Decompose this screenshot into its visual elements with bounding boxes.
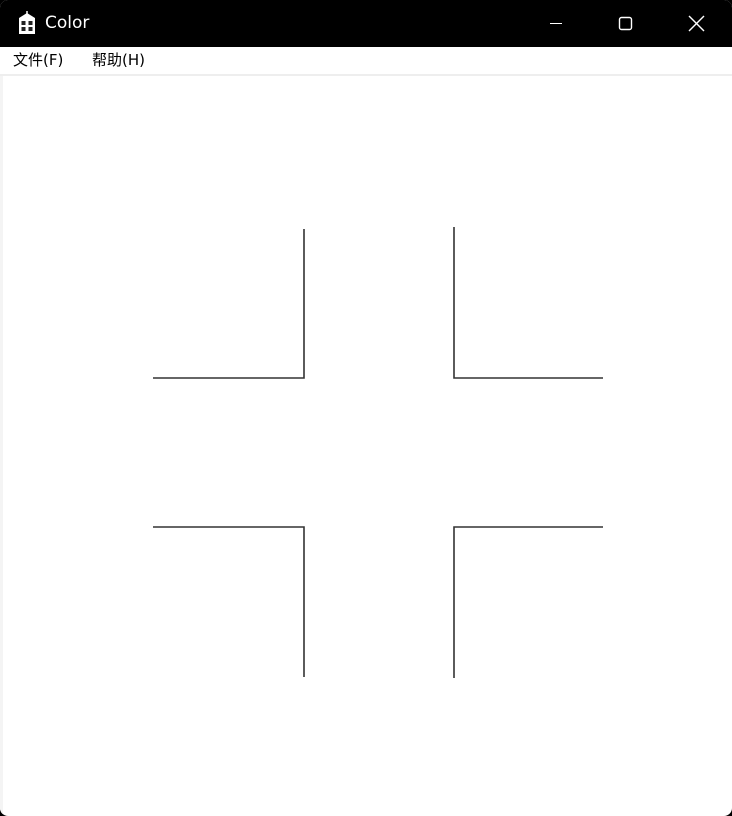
minimize-button[interactable] — [522, 0, 590, 47]
corner-mark-top-right — [453, 227, 603, 379]
app-window: Color 文件(F) 帮助(H) — [0, 0, 732, 816]
corner-mark-top-left — [153, 229, 305, 379]
title-bar[interactable]: Color — [0, 0, 732, 47]
crosshair-drawing — [153, 227, 603, 678]
drawing-canvas — [4, 76, 728, 812]
menu-bar: 文件(F) 帮助(H) — [0, 47, 732, 76]
building-app-icon — [16, 11, 38, 35]
menu-help[interactable]: 帮助(H) — [92, 51, 145, 70]
close-button[interactable] — [662, 0, 730, 47]
window-border — [0, 47, 3, 816]
corner-mark-bottom-left — [153, 526, 305, 677]
window-title: Color — [45, 13, 90, 33]
corner-mark-bottom-right — [453, 526, 603, 678]
maximize-button[interactable] — [592, 0, 660, 47]
menu-file[interactable]: 文件(F) — [13, 51, 63, 70]
